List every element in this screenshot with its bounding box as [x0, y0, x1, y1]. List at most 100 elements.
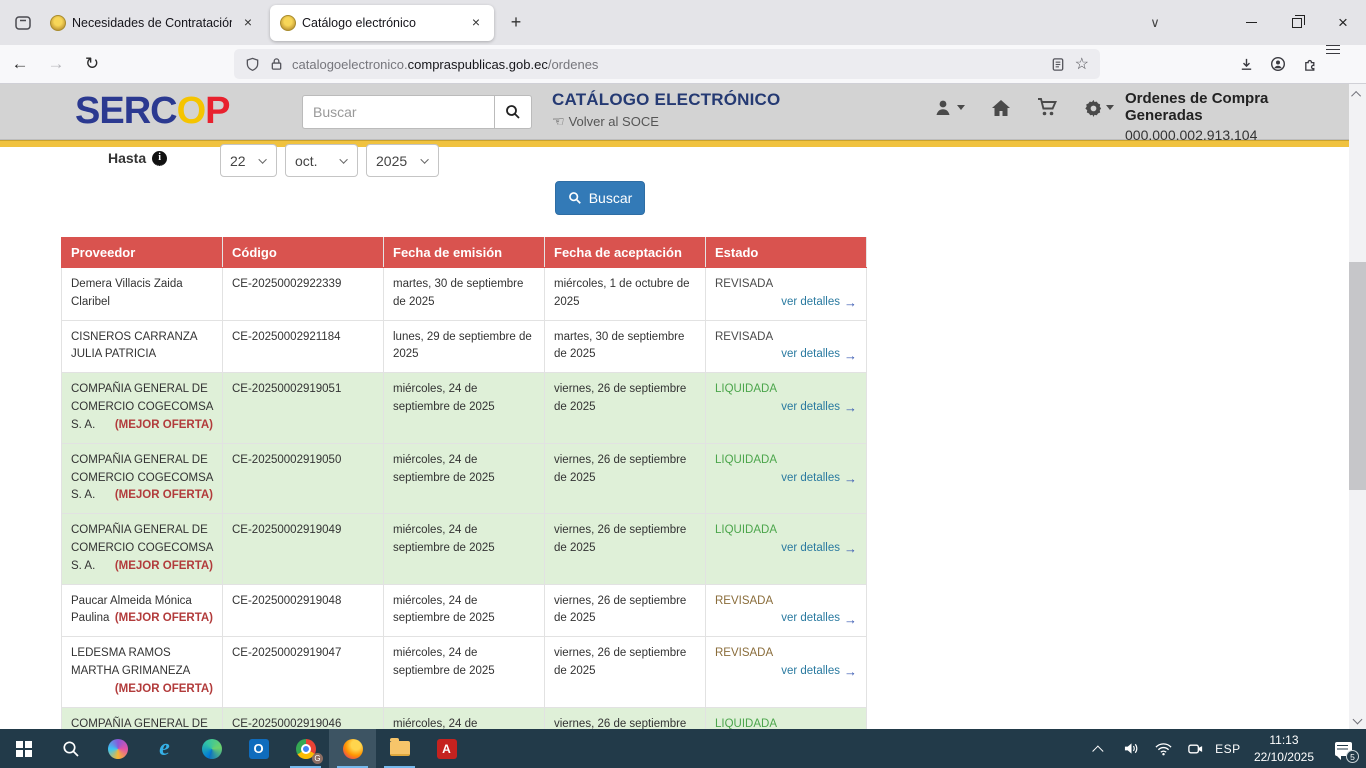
page-content: SERCOP CATÁLOGO ELECTRÓNICO ☜ Volver al …	[0, 84, 1349, 729]
forward-button[interactable]: →	[40, 49, 72, 79]
year-select[interactable]: 2025	[366, 144, 439, 177]
firefox-icon[interactable]	[329, 729, 376, 768]
internet-explorer-icon[interactable]: e	[141, 729, 188, 768]
code-cell: CE-20250002919051	[223, 373, 384, 443]
buscar-label: Buscar	[589, 190, 633, 206]
site-title: CATÁLOGO ELECTRÓNICO	[552, 90, 780, 110]
language-indicator[interactable]: ESP	[1214, 729, 1242, 768]
firefox-view-icon[interactable]	[8, 8, 38, 38]
table-row: COMPAÑIA GENERAL DE COMERCIO COGECOMSA S…	[62, 443, 867, 513]
col-fecha-aceptacion: Fecha de aceptación	[545, 238, 706, 268]
ver-detalles-link[interactable]: ver detalles →	[781, 610, 857, 628]
acrobat-icon[interactable]: A	[423, 729, 470, 768]
site-favicon	[280, 15, 296, 31]
minimize-button[interactable]	[1228, 0, 1274, 45]
accepted-date-cell: viernes, 26 de septiembre de 2025	[545, 514, 706, 584]
menu-hamburger-icon[interactable]	[1326, 49, 1358, 79]
status-text: REVISADA	[715, 645, 857, 663]
restore-button[interactable]	[1274, 0, 1320, 45]
accepted-date-cell: viernes, 26 de septiembre de 2025	[545, 443, 706, 513]
close-window-button[interactable]: ×	[1320, 0, 1366, 45]
status-text: REVISADA	[715, 329, 857, 347]
tab-close-icon[interactable]: ×	[466, 13, 486, 33]
list-all-tabs-icon[interactable]: ∨	[1138, 0, 1172, 45]
status-text: LIQUIDADA	[715, 522, 857, 540]
volver-soce-link[interactable]: ☜ Volver al SOCE	[552, 113, 780, 130]
copilot-icon[interactable]	[94, 729, 141, 768]
status-cell: REVISADA ver detalles →	[706, 268, 867, 321]
issued-date-cell: miércoles, 24 de septiembre de 2025	[384, 373, 545, 443]
notification-badge: 5	[1346, 750, 1359, 763]
tab-necesidades[interactable]: Necesidades de Contratación y ×	[40, 5, 266, 41]
ver-detalles-link[interactable]: ver detalles →	[781, 399, 857, 417]
start-button[interactable]	[0, 729, 47, 768]
ver-detalles-link[interactable]: ver detalles →	[781, 540, 857, 558]
code-cell: CE-20250002919046	[223, 707, 384, 729]
settings-gear-icon[interactable]	[1084, 98, 1114, 117]
clock-time: 11:13	[1254, 732, 1314, 748]
scroll-up-icon[interactable]	[1349, 86, 1366, 102]
orders-counter: Ordenes de Compra Generadas 000.000.002.…	[1125, 90, 1349, 143]
scroll-down-icon[interactable]	[1349, 711, 1366, 727]
user-menu-icon[interactable]	[935, 99, 965, 116]
hidden-icons-chevron[interactable]	[1086, 729, 1114, 768]
status-cell: REVISADA ver detalles →	[706, 320, 867, 373]
tracking-shield-icon[interactable]	[245, 57, 260, 72]
ver-detalles-link[interactable]: ver detalles →	[781, 346, 857, 364]
new-tab-button[interactable]: +	[502, 9, 530, 37]
month-select[interactable]: oct.	[285, 144, 358, 177]
buscar-button[interactable]: Buscar	[555, 181, 645, 215]
code-cell: CE-20250002919047	[223, 637, 384, 707]
ver-detalles-link[interactable]: ver detalles →	[781, 294, 857, 312]
ver-detalles-link[interactable]: ver detalles →	[781, 470, 857, 488]
meet-now-icon[interactable]	[1182, 729, 1210, 768]
provider-name: LEDESMA RAMOS MARTHA GRIMANEZA	[71, 647, 190, 677]
code-cell: CE-20250002919050	[223, 443, 384, 513]
outlook-icon[interactable]: O	[235, 729, 282, 768]
notification-center-icon[interactable]: 5	[1326, 729, 1360, 768]
table-row: COMPAÑIA GENERAL DE COMERCIO COGECOMSA S…	[62, 707, 867, 729]
volume-icon[interactable]	[1118, 729, 1146, 768]
ver-detalles-link[interactable]: ver detalles →	[781, 663, 857, 681]
address-bar[interactable]: catalogoelectronico.compraspublicas.gob.…	[234, 49, 1100, 79]
issued-date-cell: lunes, 29 de septiembre de 2025	[384, 320, 545, 373]
sercop-logo[interactable]: SERCOP	[75, 90, 230, 133]
account-icon[interactable]	[1262, 49, 1294, 79]
day-select[interactable]: 22	[220, 144, 277, 177]
lock-icon[interactable]	[270, 57, 283, 71]
provider-cell: LEDESMA RAMOS MARTHA GRIMANEZA (MEJOR OF…	[62, 637, 223, 707]
extensions-puzzle-icon[interactable]	[1294, 49, 1326, 79]
status-cell: LIQUIDADA ver detalles →	[706, 707, 867, 729]
hasta-text: Hasta	[108, 150, 146, 166]
back-button[interactable]: ←	[4, 49, 36, 79]
downloads-icon[interactable]	[1230, 49, 1262, 79]
info-icon[interactable]: i	[152, 151, 167, 166]
taskbar-search-icon[interactable]	[47, 729, 94, 768]
edge-icon[interactable]	[188, 729, 235, 768]
url-domain: compraspublicas.gob.ec	[408, 57, 548, 72]
cart-icon[interactable]	[1037, 98, 1058, 117]
arrow-right-icon: →	[844, 349, 857, 362]
taskbar-clock[interactable]: 11:13 22/10/2025	[1246, 732, 1322, 764]
page-scrollbar[interactable]	[1349, 84, 1366, 729]
chrome-icon[interactable]: G	[282, 729, 329, 768]
file-explorer-icon[interactable]	[376, 729, 423, 768]
hand-point-icon: ☜	[552, 113, 565, 130]
ver-detalles-label: ver detalles	[781, 470, 840, 488]
reader-mode-icon[interactable]	[1051, 57, 1065, 72]
year-value: 2025	[376, 153, 407, 169]
tab-catalogo[interactable]: Catálogo electrónico ×	[270, 5, 494, 41]
reload-button[interactable]: ↻	[76, 49, 108, 79]
toolbar-icons	[1230, 49, 1358, 79]
tab-close-icon[interactable]: ×	[238, 13, 258, 33]
header-search-input[interactable]	[302, 95, 494, 129]
header-search-button[interactable]	[494, 95, 532, 129]
bookmark-star-icon[interactable]: ☆	[1075, 54, 1089, 74]
code-cell: CE-20250002921184	[223, 320, 384, 373]
scrollbar-thumb[interactable]	[1349, 262, 1366, 490]
wifi-icon[interactable]	[1150, 729, 1178, 768]
provider-name: COMPAÑIA GENERAL DE COMERCIO COGECOMSA S…	[71, 718, 213, 729]
home-icon[interactable]	[991, 99, 1011, 117]
ver-detalles-label: ver detalles	[781, 346, 840, 364]
accepted-date-cell: miércoles, 1 de octubre de 2025	[545, 268, 706, 321]
